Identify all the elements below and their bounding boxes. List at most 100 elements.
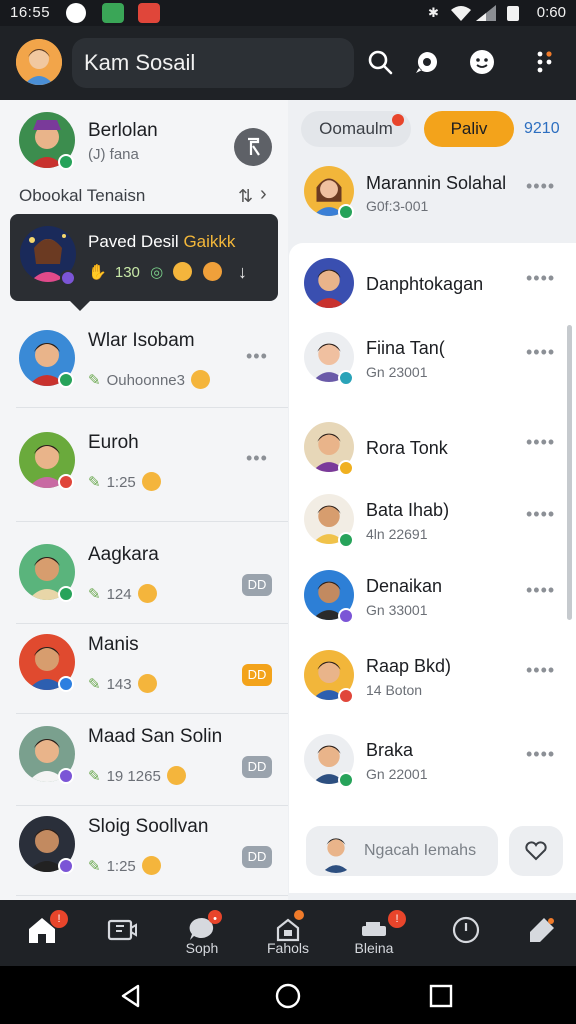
chevron-right-icon[interactable]: ›: [260, 183, 267, 206]
menu-button[interactable]: [528, 46, 560, 78]
nav-soph[interactable]: • Soph: [162, 900, 242, 966]
nav-label: Soph: [185, 940, 219, 956]
more-options-icon[interactable]: •••: [246, 346, 268, 367]
nav-edit[interactable]: [502, 900, 576, 966]
more-options-icon[interactable]: ••••: [526, 176, 555, 197]
new-chat-button[interactable]: [411, 46, 443, 78]
more-options-icon[interactable]: ••••: [526, 580, 555, 601]
right-contact-row[interactable]: Danphtokagan ••••: [288, 254, 576, 322]
divider: [16, 407, 288, 408]
right-contact-row[interactable]: Bata Ihab) 4ln 22691 ••••: [288, 490, 576, 558]
battery-icon: [507, 6, 519, 21]
right-contact-row[interactable]: Rora Tonk ••••: [288, 418, 576, 486]
nav-clock[interactable]: [426, 900, 506, 966]
more-options-icon[interactable]: ••••: [526, 432, 555, 453]
more-options-icon[interactable]: ••••: [526, 660, 555, 681]
search-button[interactable]: [364, 46, 396, 78]
leaf-icon: ✎: [88, 676, 101, 693]
right-contact-row[interactable]: Fiina Tan(Gn 23001 ••••: [288, 328, 576, 396]
system-navigation-bar: [0, 966, 576, 1024]
contact-name: Marannin Solahal: [366, 173, 507, 193]
divider: [16, 805, 288, 806]
message-composer[interactable]: Ngacah Iemahs: [306, 826, 498, 876]
status-right-time: 0:60: [536, 4, 566, 21]
app-header: Kam Sosail: [0, 26, 576, 100]
nav-fahols[interactable]: Fahols: [248, 900, 328, 966]
presence-indicator: [338, 460, 354, 476]
notification-badge: !: [50, 910, 68, 928]
my-avatar[interactable]: [16, 39, 62, 85]
clock-icon: [452, 916, 480, 944]
unread-badge: DD: [242, 756, 272, 778]
message-preview-popup[interactable]: Paved Desil Gaikkk ✋ 130 ◎ ↓: [10, 214, 278, 311]
contact-name: Maad San Solin: [88, 726, 223, 747]
contact-row[interactable]: Sloig Soollvan ✎ 1:25 DD: [0, 808, 288, 896]
contact-subtitle: (J) fana: [88, 146, 139, 163]
nav-bleina[interactable]: ! Bleina: [334, 900, 414, 966]
popup-title: Paved Desil Gaikkk: [88, 232, 235, 252]
recents-icon[interactable]: [428, 983, 454, 1009]
contact-sub-text: 124: [106, 586, 132, 603]
presence-indicator: [58, 676, 74, 692]
right-contact-row[interactable]: Denaikan Gn 33001 ••••: [288, 566, 576, 634]
clock-icon: ◎: [150, 264, 164, 281]
more-options-icon[interactable]: •••: [246, 448, 268, 469]
presence-indicator: [338, 608, 354, 624]
right-top-contact-row[interactable]: Marannin Solahal G0f:3-001 ••••: [288, 164, 576, 228]
photo-notification-icon: [102, 3, 124, 23]
contact-row[interactable]: Manis ✎ 143 DD: [0, 626, 288, 714]
chip-label: Oomaulm: [319, 119, 393, 138]
heart-icon: [525, 841, 547, 861]
edit-icon: [530, 918, 554, 942]
more-options-icon[interactable]: ••••: [526, 268, 555, 289]
contact-subtitle: ✎ 19 1265: [88, 766, 186, 785]
composer-placeholder: Ngacah Iemahs: [364, 842, 477, 859]
contact-row[interactable]: Euroh ✎ 1:25 •••: [0, 424, 288, 522]
contact-name: Danphtokagan: [366, 274, 484, 294]
pin-button[interactable]: [234, 128, 272, 166]
divider: [16, 713, 288, 714]
contact-row[interactable]: Aagkara ✎ 124 DD: [0, 536, 288, 624]
messenger-notification-icon: [66, 3, 86, 23]
home-circle-icon[interactable]: [274, 982, 302, 1010]
right-contact-row[interactable]: Braka Gn 22001 ••••: [288, 730, 576, 798]
popup-reaction-row: ✋ 130 ◎: [88, 262, 222, 281]
stickers-button[interactable]: [466, 46, 498, 78]
presence-indicator: [60, 270, 76, 286]
emoji-icon: [137, 584, 157, 603]
search-icon: [368, 50, 393, 75]
more-options-icon[interactable]: ••••: [526, 744, 555, 765]
leaf-icon: ✎: [88, 474, 101, 491]
filter-icon[interactable]: ⇅: [238, 186, 253, 207]
chip-tag[interactable]: 9210: [524, 120, 560, 138]
contact-name: Euroh: [88, 432, 139, 453]
contact-subtitle: 14 Boton: [366, 682, 423, 698]
like-button[interactable]: [509, 826, 563, 876]
search-field[interactable]: Kam Sosail: [72, 38, 354, 88]
scrollbar[interactable]: [567, 325, 572, 620]
more-options-icon[interactable]: ••••: [526, 504, 555, 525]
more-options-icon[interactable]: ••••: [526, 342, 555, 363]
contact-row[interactable]: Wlar Isobam ✎ Ouhoonne3 •••: [0, 322, 288, 408]
notification-badge: !: [388, 910, 406, 928]
contact-name: Berlolan: [88, 120, 158, 141]
nav-home[interactable]: !: [2, 900, 82, 966]
chip-label: Paliv: [450, 119, 488, 138]
contact-subtitle: ✎ Ouhoonne3: [88, 370, 210, 389]
filter-chip-accent[interactable]: Paliv: [424, 111, 514, 147]
contact-row[interactable]: Maad San Solin ✎ 19 1265 DD: [0, 718, 288, 806]
contact-sub-text: 143: [106, 676, 132, 693]
divider: [16, 623, 288, 624]
back-icon[interactable]: [118, 983, 144, 1009]
leaf-icon: ✎: [88, 768, 101, 785]
section-label: Obookal Tenaisn: [19, 186, 146, 205]
divider: [16, 895, 288, 896]
emoji-icon: [141, 472, 161, 491]
unread-badge: DD: [242, 846, 272, 868]
right-contact-row[interactable]: Raap Bkd) 14 Boton ••••: [288, 646, 576, 714]
contact-name: Wlar Isobam: [88, 330, 195, 351]
nav-video[interactable]: [82, 900, 162, 966]
nav-label: Fahols: [266, 940, 310, 956]
contact-sub-text: 1:25: [106, 474, 136, 491]
arrow-down-icon[interactable]: ↓: [238, 262, 247, 283]
